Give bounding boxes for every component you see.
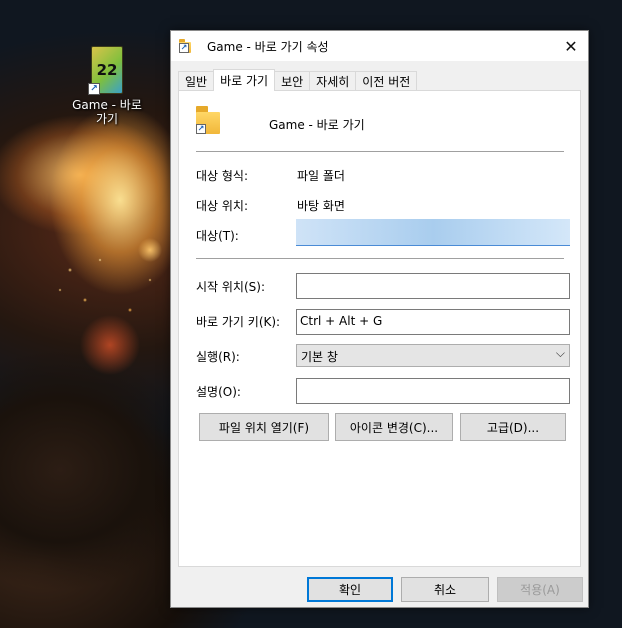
close-icon: ✕ <box>564 36 578 56</box>
game-shortcut-icon: 22 ↗ <box>88 46 123 95</box>
shortcut-key-input[interactable]: Ctrl + Alt + G <box>296 309 570 335</box>
apply-button[interactable]: 적용(A) <box>497 577 583 602</box>
shortcut-folder-icon: ↗ <box>196 106 220 134</box>
shortcut-properties-dialog: ↗ Game - 바로 가기 속성 ✕ 일반 바로 가기 보안 자세히 이전 버… <box>170 30 589 608</box>
run-mode-select[interactable]: 기본 창 ⌵ <box>296 344 570 367</box>
change-icon-button[interactable]: 아이콘 변경(C)... <box>335 413 453 441</box>
comment-input[interactable] <box>296 378 570 404</box>
shortcut-key-label: 바로 가기 키(K): <box>196 315 281 329</box>
open-file-location-button[interactable]: 파일 위치 열기(F) <box>199 413 329 441</box>
target-type-value: 파일 폴더 <box>297 169 345 183</box>
desktop-icon-label: Game - 바로 가기 <box>72 98 142 126</box>
chevron-down-icon: ⌵ <box>555 346 565 360</box>
shortcut-tab-panel: ↗ Game - 바로 가기 대상 형식: 파일 폴더 대상 위치: 바탕 화면… <box>178 90 581 567</box>
desktop-shortcut-game[interactable]: 22 ↗ Game - 바로 가기 <box>68 46 146 126</box>
cancel-button[interactable]: 취소 <box>401 577 489 602</box>
divider <box>196 151 564 152</box>
tab-strip: 일반 바로 가기 보안 자세히 이전 버전 <box>178 69 418 91</box>
start-in-label: 시작 위치(S): <box>196 280 265 294</box>
shortcut-name: Game - 바로 가기 <box>269 118 365 132</box>
target-location-label: 대상 위치: <box>196 199 249 213</box>
target-type-label: 대상 형식: <box>196 169 249 183</box>
tab-shortcut[interactable]: 바로 가기 <box>213 69 276 91</box>
start-in-input[interactable] <box>296 273 570 299</box>
shortcut-arrow-icon: ↗ <box>88 83 100 95</box>
folder-icon: ↗ <box>179 39 191 53</box>
window-title: Game - 바로 가기 속성 <box>207 39 329 54</box>
title-bar[interactable]: ↗ Game - 바로 가기 속성 ✕ <box>171 31 588 61</box>
advanced-button[interactable]: 고급(D)... <box>460 413 566 441</box>
ok-button[interactable]: 확인 <box>307 577 393 602</box>
run-mode-value: 기본 창 <box>301 350 338 364</box>
divider <box>196 258 564 259</box>
target-location-value: 바탕 화면 <box>297 199 345 213</box>
target-input[interactable] <box>296 219 570 246</box>
tab-general[interactable]: 일반 <box>178 71 215 91</box>
tab-previous-versions[interactable]: 이전 버전 <box>355 71 418 91</box>
tab-details[interactable]: 자세히 <box>309 71 357 91</box>
close-button[interactable]: ✕ <box>554 31 588 61</box>
game-icon-text: 22 <box>96 61 118 79</box>
target-label: 대상(T): <box>196 229 239 243</box>
run-label: 실행(R): <box>196 350 240 364</box>
comment-label: 설명(O): <box>196 385 241 399</box>
tab-security[interactable]: 보안 <box>274 71 311 91</box>
